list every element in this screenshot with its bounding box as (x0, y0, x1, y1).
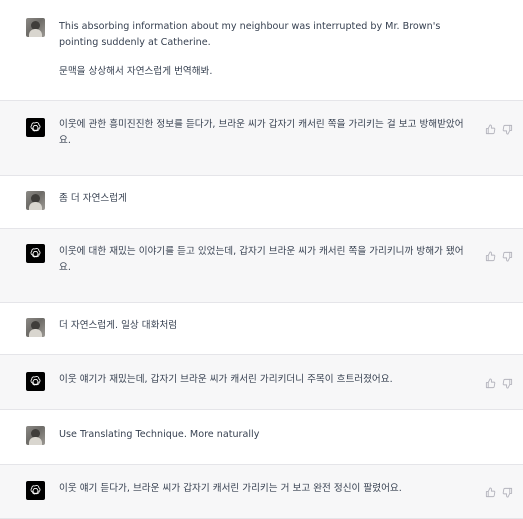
thumbs-down-icon[interactable] (502, 483, 513, 498)
message-text: This absorbing information about my neig… (59, 19, 464, 80)
user-avatar (26, 18, 45, 37)
user-message: 더 자연스럽게. 일상 대화처럼 (0, 303, 523, 355)
thumbs-down-icon[interactable] (502, 247, 513, 262)
assistant-message: 이웃 얘기 듣다가, 브라운 씨가 갑자기 캐서린 가리키는 거 보고 완전 정… (0, 465, 523, 519)
user-message: Use Translating Technique. More naturall… (0, 410, 523, 465)
openai-logo-icon (26, 244, 45, 263)
message-text: 더 자연스럽게. 일상 대화처럼 (59, 318, 464, 334)
thumbs-down-icon[interactable] (502, 374, 513, 389)
message-paragraph: 이웃 얘기가 재밌는데, 갑자기 브라운 씨가 캐서린 가리키더니 주목이 흐트… (59, 374, 393, 385)
assistant-message: 이웃에 관한 흥미진진한 정보를 듣다가, 브라운 씨가 갑자기 캐서린 쪽을 … (0, 101, 523, 176)
thumbs-up-icon[interactable] (485, 483, 496, 498)
chat-conversation: This absorbing information about my neig… (0, 0, 523, 519)
user-message: This absorbing information about my neig… (0, 0, 523, 101)
message-text: 이웃 얘기 듣다가, 브라운 씨가 갑자기 캐서린 가리키는 거 보고 완전 정… (59, 481, 464, 497)
thumbs-down-icon[interactable] (502, 120, 513, 135)
message-text: 이웃에 관한 흥미진진한 정보를 듣다가, 브라운 씨가 갑자기 캐서린 쪽을 … (59, 117, 464, 149)
user-avatar (26, 191, 45, 210)
user-avatar (26, 426, 45, 445)
message-paragraph: 이웃에 관한 흥미진진한 정보를 듣다가, 브라운 씨가 갑자기 캐서린 쪽을 … (59, 119, 464, 146)
feedback-actions (485, 374, 513, 389)
thumbs-up-icon[interactable] (485, 247, 496, 262)
feedback-actions (485, 483, 513, 498)
message-paragraph: 더 자연스럽게. 일상 대화처럼 (59, 320, 178, 331)
user-avatar (26, 318, 45, 337)
openai-logo-icon (26, 118, 45, 137)
assistant-message: 이웃에 대한 재밌는 이야기를 듣고 있었는데, 갑자기 브라운 씨가 캐서린 … (0, 229, 523, 303)
message-text: 이웃 얘기가 재밌는데, 갑자기 브라운 씨가 캐서린 가리키더니 주목이 흐트… (59, 372, 464, 388)
message-text: 좀 더 자연스럽게 (59, 191, 464, 207)
thumbs-up-icon[interactable] (485, 120, 496, 135)
openai-logo-icon (26, 481, 45, 500)
openai-logo-icon (26, 372, 45, 391)
message-text: 이웃에 대한 재밌는 이야기를 듣고 있었는데, 갑자기 브라운 씨가 캐서린 … (59, 244, 464, 276)
message-paragraph: 문맥을 상상해서 자연스럽게 번역해봐. (59, 66, 213, 77)
feedback-actions (485, 120, 513, 135)
message-paragraph: 이웃 얘기 듣다가, 브라운 씨가 갑자기 캐서린 가리키는 거 보고 완전 정… (59, 483, 402, 494)
message-paragraph: 좀 더 자연스럽게 (59, 193, 127, 204)
user-message: 좀 더 자연스럽게 (0, 176, 523, 229)
thumbs-up-icon[interactable] (485, 374, 496, 389)
assistant-message: 이웃 얘기가 재밌는데, 갑자기 브라운 씨가 캐서린 가리키더니 주목이 흐트… (0, 355, 523, 410)
message-paragraph: 이웃에 대한 재밌는 이야기를 듣고 있었는데, 갑자기 브라운 씨가 캐서린 … (59, 246, 464, 273)
message-paragraph: This absorbing information about my neig… (59, 21, 441, 48)
feedback-actions (485, 247, 513, 262)
message-paragraph: Use Translating Technique. More naturall… (59, 429, 260, 440)
message-text: Use Translating Technique. More naturall… (59, 427, 464, 443)
